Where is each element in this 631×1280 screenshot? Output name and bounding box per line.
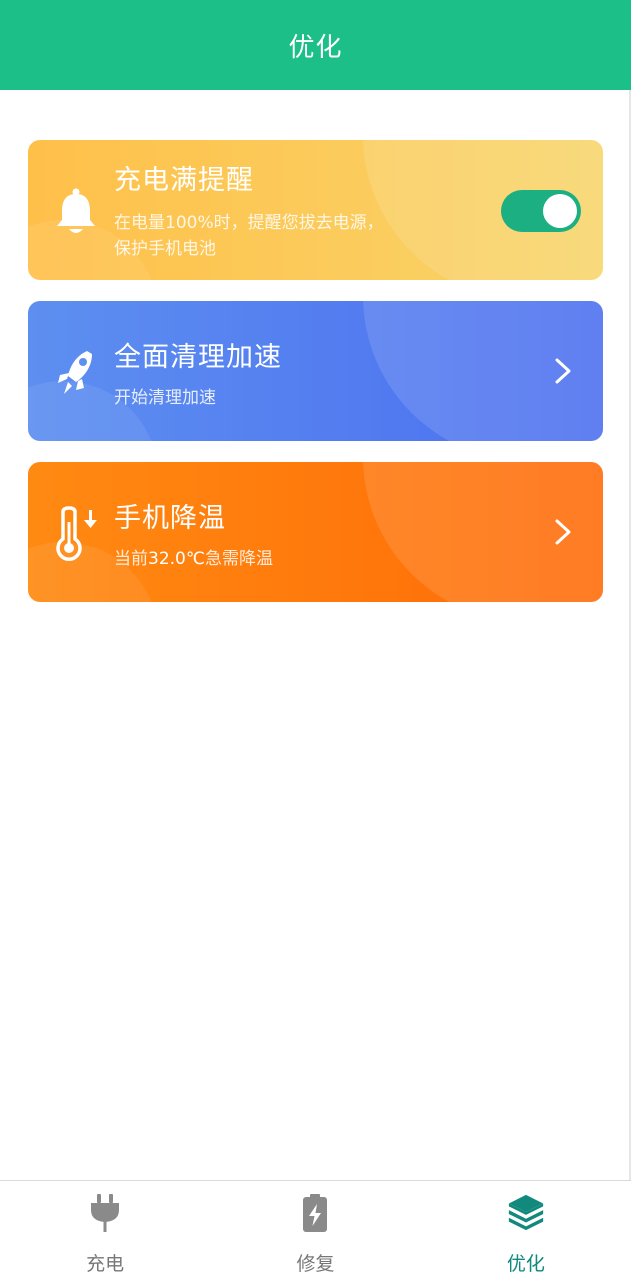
cool-down-desc-prefix: 当前 [114,549,148,569]
toggle-knob [543,194,577,228]
thermometer-down-icon [52,506,100,562]
clean-speedup-card[interactable]: 全面清理加速 开始清理加速 [28,301,603,441]
charge-reminder-toggle[interactable] [501,190,581,232]
cool-down-title: 手机降温 [114,503,226,534]
chevron-right-icon [555,358,571,384]
plug-icon [85,1191,125,1235]
nav-label-optimize: 优化 [506,1253,545,1275]
bell-icon [52,184,100,240]
temperature-value: 32.0℃ [148,549,205,569]
clean-speedup-description: 开始清理加速 [114,388,216,408]
nav-label-charge: 充电 [86,1253,125,1275]
nav-item-repair[interactable]: 修复 [210,1181,420,1280]
nav-item-optimize[interactable]: 优化 [421,1181,631,1280]
nav-item-charge[interactable]: 充电 [0,1181,210,1280]
battery-bolt-icon [295,1191,335,1235]
app-root: 优化 充电满提醒 在电量100%时，提醒您拔去电源， 保护手机电池 全面清理加速… [0,0,631,1280]
charge-reminder-desc-line1: 在电量100%时，提醒您拔去电源， [114,213,384,233]
layers-icon [506,1191,546,1235]
charge-reminder-title: 充电满提醒 [114,165,254,196]
clean-speedup-title: 全面清理加速 [114,342,282,373]
cool-down-description: 当前32.0℃急需降温 [114,546,273,572]
chevron-right-icon [555,519,571,545]
header-bar: 优化 [0,0,631,90]
rocket-icon [52,345,100,401]
bottom-navigation: 充电 修复 优化 [0,1180,631,1280]
nav-label-repair: 修复 [296,1253,335,1275]
charge-reminder-desc-line2: 保护手机电池 [114,239,216,259]
cool-down-card[interactable]: 手机降温 当前32.0℃急需降温 [28,462,603,602]
cool-down-desc-suffix: 急需降温 [204,549,273,569]
charge-reminder-description: 在电量100%时，提醒您拔去电源， 保护手机电池 [114,210,414,262]
page-title: 优化 [288,32,343,63]
charge-reminder-card: 充电满提醒 在电量100%时，提醒您拔去电源， 保护手机电池 [28,140,603,280]
